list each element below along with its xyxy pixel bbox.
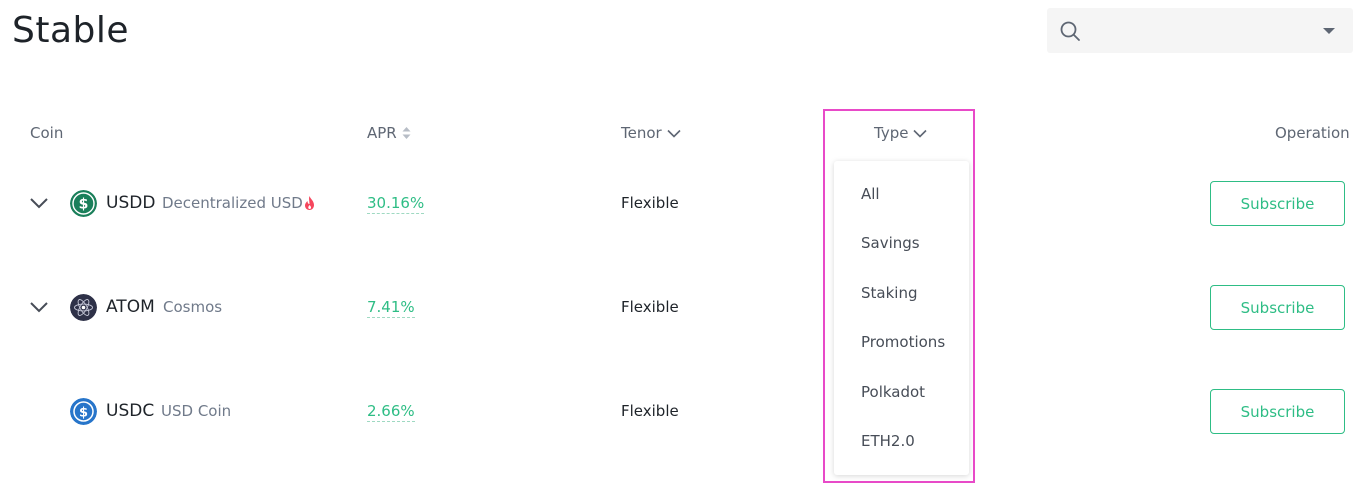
sort-icon [402, 127, 411, 139]
usdc-coin-icon: $ [70, 398, 97, 425]
search-icon [1060, 21, 1080, 41]
atom-coin-icon [70, 294, 97, 321]
apr-value[interactable]: 2.66% [367, 402, 415, 422]
usdd-coin-icon: $ [70, 190, 97, 217]
highlight-box [823, 109, 975, 483]
column-header-apr-label: APR [367, 124, 397, 142]
chevron-down-icon [667, 129, 681, 138]
apr-value[interactable]: 7.41% [367, 298, 415, 318]
column-header-apr[interactable]: APR [367, 124, 411, 142]
page-title: Stable [12, 10, 130, 51]
dropdown-caret-icon [1323, 28, 1335, 34]
coin-name: USD Coin [161, 402, 232, 420]
svg-text:$: $ [79, 406, 88, 421]
coin-symbol: USDD [106, 193, 156, 213]
fire-icon [305, 196, 314, 210]
subscribe-button[interactable]: Subscribe [1210, 285, 1345, 330]
column-header-operation: Operation [1275, 124, 1350, 142]
column-header-tenor-label: Tenor [621, 124, 662, 142]
subscribe-button[interactable]: Subscribe [1210, 389, 1345, 434]
svg-text:$: $ [79, 197, 89, 213]
table-row: ATOM Cosmos 7.41% Flexible Subscribe [0, 282, 1366, 332]
apr-value[interactable]: 30.16% [367, 194, 425, 214]
tenor-value: Flexible [621, 194, 679, 212]
coin-name: Decentralized USD [162, 194, 303, 212]
column-header-operation-label: Operation [1275, 124, 1350, 142]
chevron-down-icon[interactable] [28, 298, 50, 316]
coin-name: Cosmos [163, 298, 223, 316]
search-select[interactable] [1047, 8, 1353, 53]
subscribe-button[interactable]: Subscribe [1210, 181, 1345, 226]
tenor-value: Flexible [621, 402, 679, 420]
chevron-down-icon[interactable] [28, 194, 50, 212]
tenor-value: Flexible [621, 298, 679, 316]
table-row: $ USDD Decentralized USD 30.16% Flexible… [0, 178, 1366, 228]
column-header-coin: Coin [30, 124, 63, 142]
table-row: $ USDC USD Coin 2.66% Flexible Subscribe [0, 386, 1366, 436]
column-header-coin-label: Coin [30, 124, 64, 142]
coin-symbol: USDC [106, 401, 155, 421]
coin-symbol: ATOM [106, 297, 155, 317]
column-header-tenor[interactable]: Tenor [621, 124, 681, 142]
